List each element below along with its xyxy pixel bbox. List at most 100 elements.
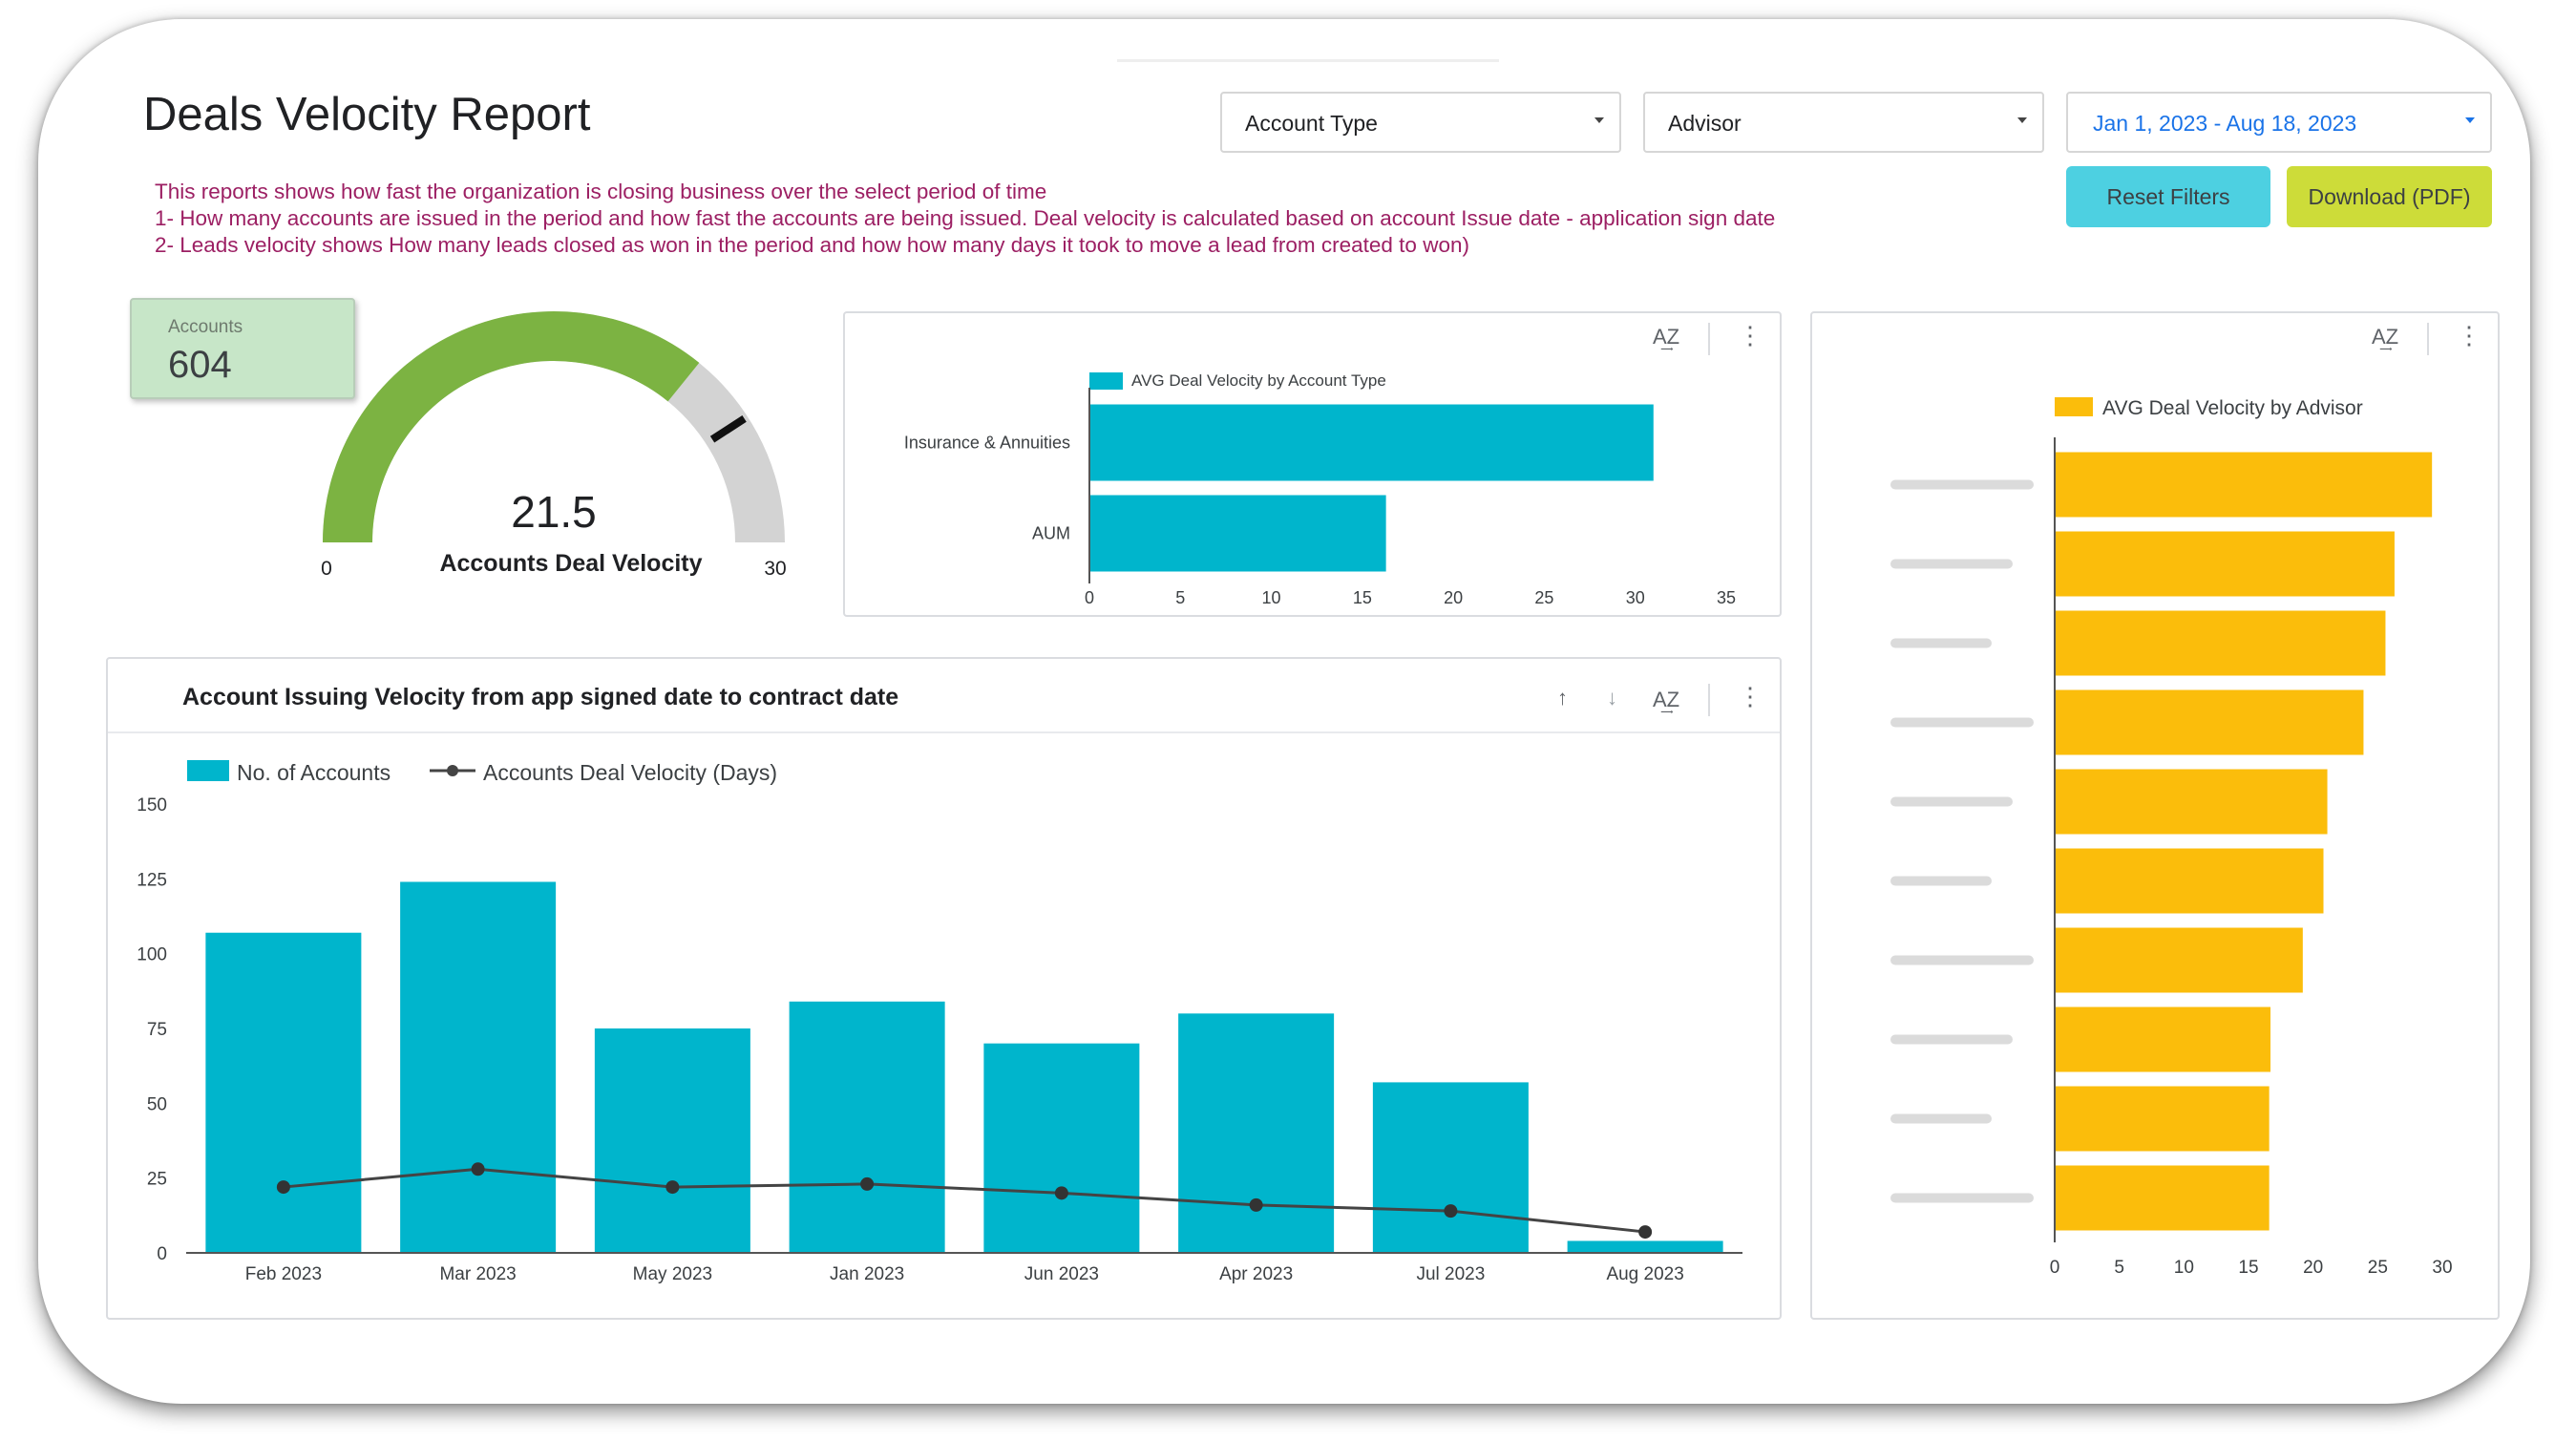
bar <box>2055 769 2328 835</box>
legend-swatch <box>1089 372 1123 390</box>
x-tick-label: Apr 2023 <box>1219 1264 1293 1284</box>
blurred-category-label <box>1890 1113 1992 1124</box>
blurred-category-label <box>1890 638 1992 648</box>
legend-label: Accounts Deal Velocity (Days) <box>483 760 777 785</box>
y-tick-label: 125 <box>137 870 167 890</box>
x-tick-label: 25 <box>2368 1258 2388 1278</box>
line-point <box>860 1176 875 1191</box>
bar <box>983 1043 1140 1253</box>
x-tick-label: 5 <box>2114 1258 2124 1278</box>
advisor-chart: AVG Deal Velocity by Advisor 0 5 10 15 20 25 30 <box>1890 397 2453 1278</box>
bar <box>2055 848 2324 914</box>
bar <box>2055 610 2386 676</box>
bar <box>2055 927 2303 993</box>
bar <box>1178 1013 1335 1253</box>
legend-label: AVG Deal Velocity by Account Type <box>1131 371 1386 390</box>
x-tick-label: Mar 2023 <box>439 1264 516 1284</box>
legend-swatch <box>2055 397 2093 416</box>
line-point <box>1444 1204 1458 1218</box>
line-point <box>1249 1197 1263 1212</box>
x-tick-label: Aug 2023 <box>1606 1264 1683 1284</box>
blurred-category-label <box>1890 876 1992 886</box>
x-tick-label: Jun 2023 <box>1024 1264 1099 1284</box>
description-line: 1- How many accounts are issued in the p… <box>155 206 1776 230</box>
advisor-filter[interactable]: Advisor <box>1643 92 2044 153</box>
x-tick-label: 10 <box>1262 588 1281 607</box>
chevron-down-icon <box>1594 117 1604 123</box>
x-tick-label: 30 <box>2432 1258 2452 1278</box>
bar <box>205 932 362 1253</box>
y-tick-label: 0 <box>157 1244 167 1264</box>
line-point <box>471 1162 485 1176</box>
gauge-label: Accounts Deal Velocity <box>439 550 702 577</box>
gauge-value: 21.5 <box>511 487 597 537</box>
bar <box>2055 1086 2270 1152</box>
bar <box>1372 1082 1529 1253</box>
line-point <box>276 1180 290 1195</box>
account-type-filter[interactable]: Account Type <box>1220 92 1621 153</box>
date-range-label: Jan 1, 2023 - Aug 18, 2023 <box>2093 111 2357 136</box>
y-tick-label: 25 <box>147 1170 167 1190</box>
description-line: This reports shows how fast the organiza… <box>155 180 1047 203</box>
chevron-down-icon <box>2465 117 2475 123</box>
gauge-min: 0 <box>321 558 332 580</box>
advisor-filter-label: Advisor <box>1668 111 1742 136</box>
gauge-max: 30 <box>764 558 786 580</box>
bar <box>1567 1240 1723 1253</box>
x-tick-label: 15 <box>1353 588 1372 607</box>
x-tick-label: Feb 2023 <box>245 1264 322 1284</box>
x-tick-label: Jan 2023 <box>830 1264 904 1284</box>
y-tick-label: 50 <box>147 1094 167 1114</box>
y-tick-label: 100 <box>137 945 167 965</box>
page-title: Deals Velocity Report <box>143 89 591 140</box>
line-point <box>1638 1225 1653 1240</box>
x-tick-label: Jul 2023 <box>1416 1264 1485 1284</box>
x-tick-label: 10 <box>2174 1258 2194 1278</box>
x-tick-label: 5 <box>1175 588 1185 607</box>
bar <box>594 1028 750 1253</box>
issuing-velocity-chart: No. of Accounts Accounts Deal Velocity (D… <box>137 760 1742 1284</box>
category-label: AUM <box>1032 524 1070 543</box>
x-tick-label: 20 <box>2303 1258 2323 1278</box>
line-point <box>665 1180 680 1195</box>
x-tick-label: 25 <box>1534 588 1553 607</box>
legend-swatch <box>187 760 229 781</box>
blurred-category-label <box>1890 1034 2013 1045</box>
bar <box>2055 531 2395 597</box>
bar <box>2055 689 2364 755</box>
scorecard-label: Accounts <box>168 317 243 337</box>
y-tick-label: 150 <box>137 795 167 816</box>
bar <box>2055 1007 2271 1072</box>
legend-label: AVG Deal Velocity by Advisor <box>2102 397 2363 419</box>
x-tick-label: 30 <box>1626 588 1645 607</box>
blurred-category-label <box>1890 559 2013 569</box>
legend-label: No. of Accounts <box>237 760 391 785</box>
bar <box>1089 495 1386 572</box>
x-tick-label: 20 <box>1444 588 1463 607</box>
blurred-category-label <box>1890 717 2034 728</box>
date-range-filter[interactable]: Jan 1, 2023 - Aug 18, 2023 <box>2066 92 2492 153</box>
category-label: Insurance & Annuities <box>904 434 1070 453</box>
description-line: 2- Leads velocity shows How many leads c… <box>155 233 1469 257</box>
bar <box>400 881 557 1253</box>
chevron-down-icon <box>2017 117 2027 123</box>
deal-velocity-gauge: 21.5 Accounts Deal Velocity 0 30 <box>321 311 787 580</box>
bar <box>2055 452 2433 518</box>
bar <box>789 1001 945 1253</box>
bar <box>2055 1165 2270 1231</box>
line-point <box>1054 1186 1068 1200</box>
bar <box>1089 404 1654 481</box>
y-tick-label: 75 <box>147 1020 167 1040</box>
scorecard-value: 604 <box>168 344 232 386</box>
x-tick-label: 15 <box>2238 1258 2258 1278</box>
x-tick-label: 0 <box>1085 588 1094 607</box>
reset-filters-button[interactable]: Reset Filters <box>2066 166 2270 227</box>
download-pdf-button[interactable]: Download (PDF) <box>2287 166 2492 227</box>
blurred-category-label <box>1890 955 2034 965</box>
blurred-category-label <box>1890 479 2034 490</box>
report-description: This reports shows how fast the organiza… <box>155 179 1775 259</box>
account-type-chart: AVG Deal Velocity by Account Type Insuran… <box>904 371 1736 607</box>
blurred-category-label <box>1890 1193 2034 1203</box>
blurred-category-label <box>1890 796 2013 807</box>
x-tick-label: 35 <box>1717 588 1736 607</box>
